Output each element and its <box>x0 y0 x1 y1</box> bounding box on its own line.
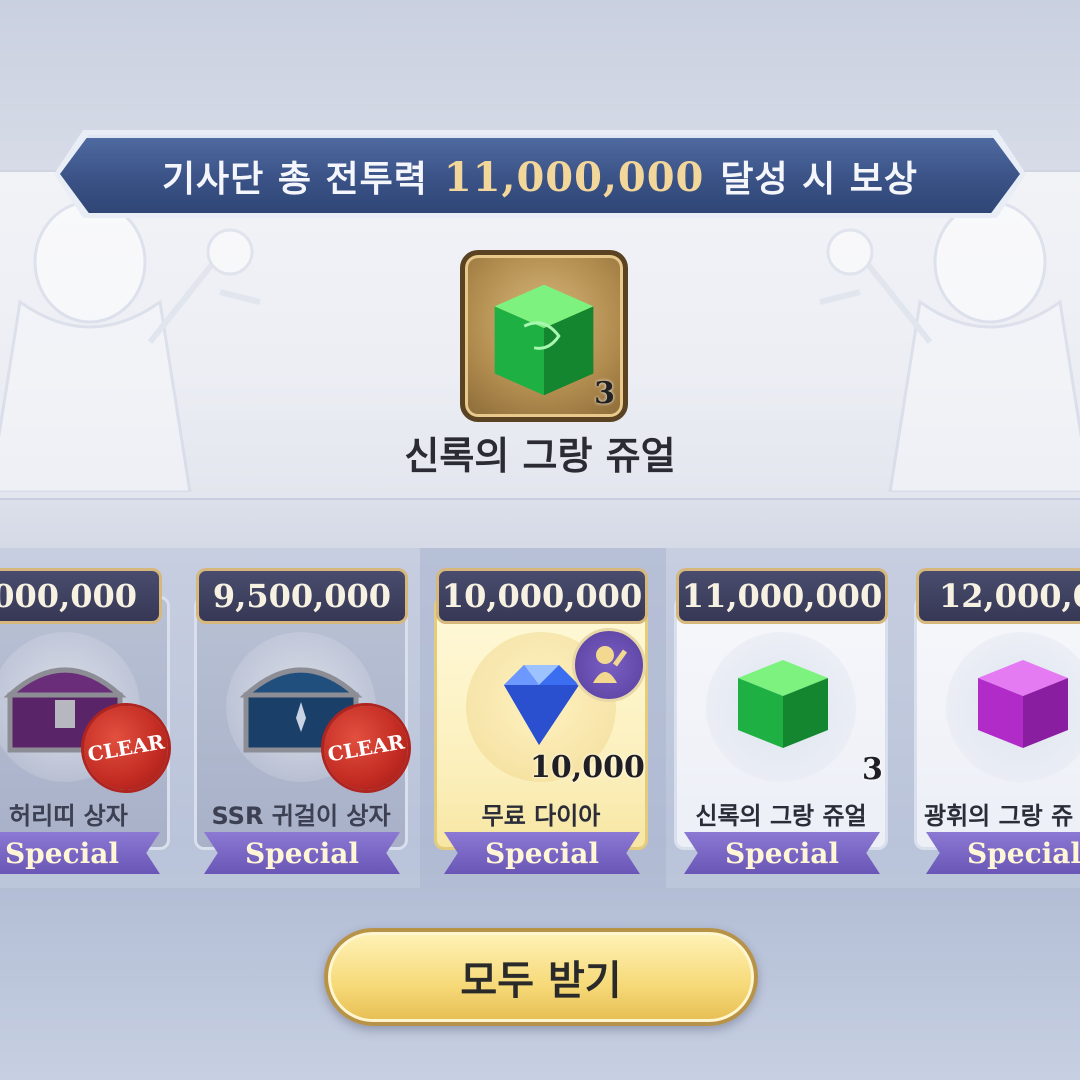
character-silhouette-right <box>819 200 1080 492</box>
main-reward-slot[interactable]: 3 <box>460 250 628 422</box>
special-tag: Special <box>444 832 640 874</box>
title-suffix: 달성 시 보상 <box>720 158 919 200</box>
reward-threshold: 12,000,0 <box>916 568 1080 624</box>
special-tag: Special <box>926 832 1080 874</box>
title-banner: 기사단 총 전투력 11,000,000 달성 시 보상 <box>60 135 1020 213</box>
main-reward-name: 신록의 그랑 쥬얼 <box>404 434 676 478</box>
purple-jewel-cube-icon <box>978 660 1068 748</box>
special-tag: Special <box>684 832 880 874</box>
special-tag: Special <box>0 832 160 874</box>
reward-name: SSR 귀걸이 상자 <box>211 802 391 830</box>
special-tag: Special <box>204 832 400 874</box>
main-reward-count: 3 <box>594 376 615 411</box>
reward-threshold: 10,000,000 <box>436 568 648 624</box>
reward-name: 신록의 그랑 쥬얼 <box>695 802 867 830</box>
claim-all-button[interactable]: 모두 받기 <box>324 928 758 1026</box>
reward-name: 광휘의 그랑 쥬 <box>924 802 1074 830</box>
title-prefix: 기사단 총 전투력 <box>161 158 428 200</box>
reward-screen: 기사단 총 전투력 11,000,000 달성 시 보상 3 신록의 그랑 쥬얼… <box>0 0 1080 1080</box>
reward-name: 무료 다이아 <box>481 802 601 830</box>
green-jewel-cube-icon <box>738 660 828 748</box>
person-icon <box>593 646 628 683</box>
user-badge-icon <box>572 628 646 702</box>
reward-threshold: ,000,000 <box>0 568 162 624</box>
title-amount: 11,000,000 <box>443 153 705 201</box>
reward-quantity: 10,000 <box>530 750 645 785</box>
character-silhouette-left <box>0 200 261 492</box>
reward-quantity: 3 <box>862 752 883 787</box>
reward-threshold: 11,000,000 <box>676 568 888 624</box>
reward-threshold: 9,500,000 <box>196 568 408 624</box>
reward-name: R 허리띠 상자 <box>0 802 128 830</box>
page-title: 기사단 총 전투력 11,000,000 달성 시 보상 <box>162 150 918 202</box>
